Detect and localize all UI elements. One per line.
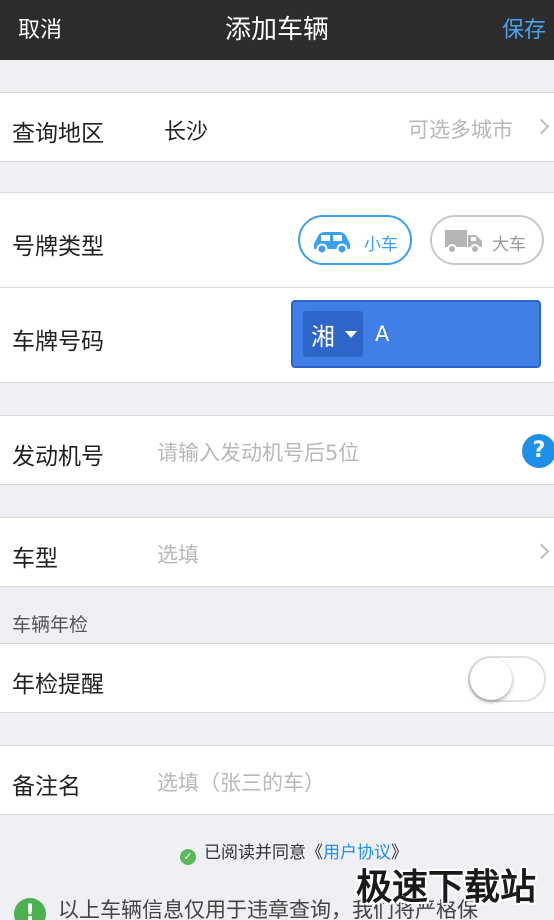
region-row[interactable]: 查询地区 长沙 可选多城市 xyxy=(0,92,554,162)
inspection-reminder-label: 年检提醒 xyxy=(12,672,104,698)
vehicle-model-input: 选填 xyxy=(157,543,199,567)
region-hint: 可选多城市 xyxy=(408,118,513,142)
agreement-line: ✓ 已阅读并同意《用户协议》 xyxy=(180,838,408,865)
remark-row: 备注名 选填（张三的车） xyxy=(0,745,554,815)
inspection-section-title: 车辆年检 xyxy=(12,614,89,636)
page-title: 添加车辆 xyxy=(224,15,329,45)
engine-number-row: 发动机号 请输入发动机号后5位 xyxy=(0,415,554,485)
vehicle-model-label: 车型 xyxy=(12,546,58,572)
plate-number-input[interactable]: 湘 A xyxy=(291,300,541,368)
plate-type-large-car-option[interactable]: 大车 xyxy=(430,215,544,265)
save-button[interactable]: 保存 xyxy=(502,12,546,44)
toggle-knob xyxy=(470,658,512,700)
province-value: 湘 xyxy=(311,323,335,351)
car-icon xyxy=(314,232,350,254)
province-selector[interactable]: 湘 xyxy=(303,311,363,357)
site-watermark: 极速下载站 xyxy=(356,867,537,908)
info-icon: ! xyxy=(14,898,46,920)
engine-number-input[interactable]: 请输入发动机号后5位 xyxy=(157,437,359,467)
region-value: 长沙 xyxy=(164,120,209,145)
engine-number-label: 发动机号 xyxy=(12,444,104,470)
chevron-right-icon xyxy=(533,118,550,135)
navigation-bar: 取消 添加车辆 保存 xyxy=(0,0,554,60)
plate-number-label: 车牌号码 xyxy=(12,329,104,355)
remark-input[interactable]: 选填（张三的车） xyxy=(157,767,325,797)
caret-down-icon xyxy=(345,331,357,338)
large-car-label: 大车 xyxy=(492,235,526,255)
vehicle-model-row[interactable]: 车型 选填 xyxy=(0,517,554,587)
plate-type-row: 号牌类型 小车 大车 xyxy=(0,192,554,288)
region-label: 查询地区 xyxy=(12,121,104,147)
remark-label: 备注名 xyxy=(12,774,81,800)
help-icon[interactable]: ? xyxy=(522,434,554,468)
truck-icon xyxy=(445,230,482,254)
plate-type-label: 号牌类型 xyxy=(12,234,104,260)
small-car-label: 小车 xyxy=(364,235,398,255)
inspection-reminder-toggle[interactable] xyxy=(468,656,546,702)
check-circle-icon[interactable]: ✓ xyxy=(180,849,196,865)
agreement-prefix: 已阅读并同意《 xyxy=(204,843,323,863)
chevron-right-icon xyxy=(533,543,550,560)
plate-number-value: A xyxy=(375,322,390,346)
plate-type-small-car-option[interactable]: 小车 xyxy=(298,215,412,265)
